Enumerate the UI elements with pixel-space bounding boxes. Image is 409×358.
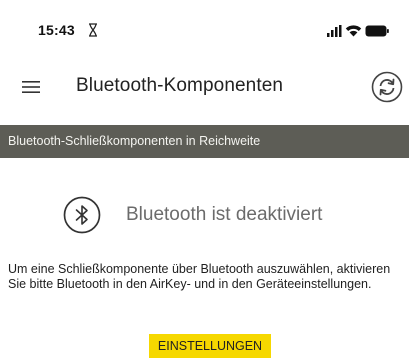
wifi-icon: [345, 25, 362, 37]
hourglass-icon: [89, 23, 97, 37]
bluetooth-status: Bluetooth ist deaktiviert: [0, 196, 409, 236]
menu-icon[interactable]: [20, 78, 42, 96]
app-bar: Bluetooth-Komponenten: [0, 62, 409, 114]
status-bar: 15:43: [0, 0, 409, 62]
info-text: Um eine Schließkomponente über Bluetooth…: [8, 262, 391, 291]
signal-icon: [327, 25, 342, 37]
bluetooth-icon: [63, 196, 101, 234]
battery-icon: [365, 25, 389, 37]
refresh-button[interactable]: [371, 71, 403, 103]
section-header: Bluetooth-Schließkomponenten in Reichwei…: [0, 125, 409, 158]
bluetooth-status-text: Bluetooth ist deaktiviert: [126, 204, 323, 225]
status-time: 15:43: [38, 22, 75, 38]
settings-button[interactable]: EINSTELLUNGEN: [149, 334, 271, 358]
section-header-label: Bluetooth-Schließkomponenten in Reichwei…: [8, 134, 261, 148]
page-title: Bluetooth-Komponenten: [76, 75, 284, 96]
